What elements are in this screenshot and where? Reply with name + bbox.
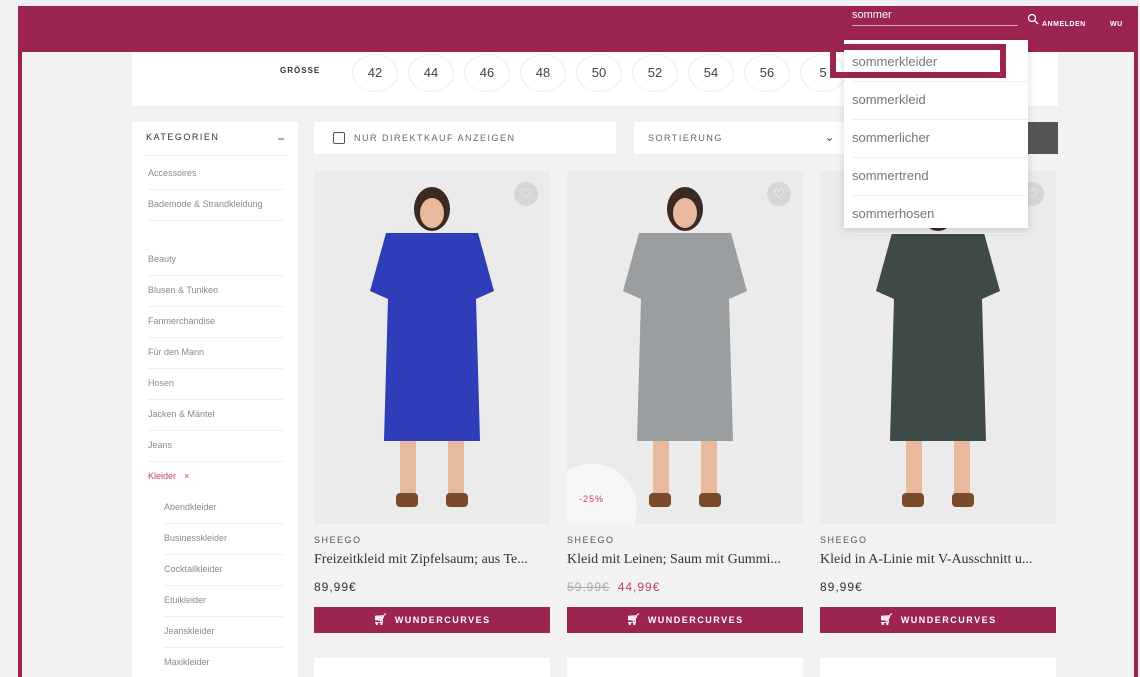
direct-buy-label: NUR DIREKTKAUF ANZEIGEN [354,133,516,143]
sidebar-item[interactable]: Fanmerchandise [148,308,283,338]
product-title[interactable]: Freizeitkleid mit Zipfelsaum; aus Te... [314,552,550,568]
sidebar-item[interactable]: Beauty [148,246,283,276]
sidebar-item-label: Bademode & Strandkleidung [148,199,263,209]
cart-icon: 🛒︎ [626,614,642,626]
page-frame: sommer ANMELDEN WU GRÖSSE 42 44 46 48 50 52 54… [18,6,1138,677]
size-option[interactable]: 42 [352,54,398,92]
product-card[interactable]: ♡ SHEEGO Kleid in A-Linie mit V-Ausschnitt… [820,171,1056,636]
add-to-cart-button[interactable]: 🛒︎ WUNDERCURVES [314,607,550,633]
view-toggle-button[interactable] [1026,122,1058,154]
cart-icon: 🛒︎ [373,614,389,626]
sidebar-item[interactable]: Bademode & Strandkleidung [148,191,283,221]
heart-icon[interactable]: ♡ [767,182,791,206]
collapse-icon[interactable]: − [277,132,286,146]
next-product-preview[interactable] [820,658,1056,677]
sidebar-item-label: Maxikleider [164,657,210,667]
sidebar-item[interactable]: Cocktailkleider [164,556,283,586]
size-option[interactable]: 50 [576,54,622,92]
login-link[interactable]: ANMELDEN [1042,21,1086,28]
old-price: 59,99€ [567,580,610,594]
sidebar-item[interactable]: Hosen [148,370,283,400]
product-title[interactable]: Kleid in A-Linie mit V-Ausschnitt u... [820,552,1056,568]
search-suggestion[interactable]: sommertrend [852,158,1028,196]
sidebar-item-label: Kleider [148,471,177,481]
product-price: 59,99€ 44,99€ [567,580,660,594]
product-title[interactable]: Kleid mit Leinen; Saum mit Gummi... [567,552,803,568]
product-price: 89,99€ [820,580,863,594]
sidebar-item-label: Fanmerchandise [148,316,216,326]
search-suggestion[interactable]: sommerkleider [852,44,1028,82]
sidebar-item-label: Abendkleider [164,502,217,512]
search-icon[interactable] [1027,12,1039,25]
sidebar-item[interactable]: Blusen & Tuniken [148,277,283,307]
sidebar-item[interactable]: Etuikleider [164,587,283,617]
sidebar-item-label: Blusen & Tuniken [148,285,219,295]
add-to-cart-button[interactable]: 🛒︎ WUNDERCURVES [567,607,803,633]
category-heading-label: KATEGORIEN [146,132,220,142]
category-sidebar: KATEGORIEN − Accessoires Bademode & Stran… [132,122,298,677]
product-price: 89,99€ [314,580,357,594]
discount-badge: -25% [579,494,605,504]
search-suggestion[interactable]: sommerhosen [852,196,1028,234]
product-brand: SHEEGO [567,535,615,545]
search-suggestion[interactable]: sommerlicher [852,120,1028,158]
sort-label: SORTIERUNG [648,133,723,143]
sidebar-item-label: Hosen [148,378,175,388]
product-image[interactable]: ♡ -25% [567,171,803,524]
sidebar-item[interactable]: Businesskleider [164,525,283,555]
sidebar-item-label: Businesskleider [164,533,228,543]
sidebar-item[interactable]: Abendkleider [164,494,283,524]
add-to-cart-label: WUNDERCURVES [900,615,997,625]
sidebar-item-label: Jeans [148,440,173,450]
product-brand: SHEEGO [314,535,362,545]
product-brand: SHEEGO [820,535,868,545]
add-to-cart-label: WUNDERCURVES [647,615,744,625]
search-suggestion[interactable]: sommerkleid [852,82,1028,120]
size-option[interactable]: 52 [632,54,678,92]
sidebar-item[interactable]: Jeanskleider [164,618,283,648]
search-input[interactable]: sommer [852,10,1018,26]
sidebar-item[interactable]: Jeans [148,432,283,462]
sidebar-item-label: Etuikleider [164,595,207,605]
add-to-cart-label: WUNDERCURVES [394,615,491,625]
size-option[interactable]: 46 [464,54,510,92]
wishlist-link[interactable]: WU [1110,21,1123,28]
cart-icon: 🛒︎ [879,614,895,626]
sidebar-item[interactable]: Jacken & Mäntel [148,401,283,431]
size-option[interactable]: 54 [688,54,734,92]
sidebar-item[interactable]: Maxikleider [164,649,283,677]
next-product-preview[interactable] [314,658,550,677]
chevron-down-icon: ⌄ [824,130,836,144]
size-option[interactable]: 56 [744,54,790,92]
direct-buy-checkbox[interactable] [333,132,345,144]
product-card[interactable]: ♡ -25% SHEEGO Kleid mit Leinen; Saum mit Gu… [567,171,803,636]
category-heading[interactable]: KATEGORIEN − [146,132,286,156]
remove-filter-icon[interactable]: × [184,471,189,481]
size-option[interactable]: 5 [800,54,846,92]
sort-dropdown[interactable]: SORTIERUNG ⌄ [634,122,846,154]
direct-buy-filter[interactable]: NUR DIREKTKAUF ANZEIGEN [314,122,616,154]
sidebar-item-label: Cocktailkleider [164,564,223,574]
sale-price: 44,99€ [617,580,661,594]
add-to-cart-button[interactable]: 🛒︎ WUNDERCURVES [820,607,1056,633]
product-image[interactable]: ♡ [314,171,550,524]
sidebar-item-label: Für den Mann [148,347,205,357]
next-product-preview[interactable] [567,658,803,677]
size-option[interactable]: 48 [520,54,566,92]
sidebar-item-label: Jeanskleider [164,626,215,636]
model-figure [370,187,494,507]
search-suggestions-dropdown: sommerkleider sommerkleid sommerlicher somm… [844,40,1028,234]
sidebar-item-label: Jacken & Mäntel [148,409,215,419]
sidebar-item[interactable]: Accessoires [148,160,283,190]
sidebar-item-label: Beauty [148,254,177,264]
size-option[interactable]: 44 [408,54,454,92]
heart-icon[interactable]: ♡ [514,182,538,206]
product-card[interactable]: ♡ SHEEGO Freizeitkleid mit Zipfelsaum; aus… [314,171,550,636]
sidebar-item[interactable]: Für den Mann [148,339,283,369]
sidebar-item[interactable]: Kleider × [148,463,283,492]
sidebar-item-label: Accessoires [148,168,197,178]
size-filter-label: GRÖSSE [280,66,321,75]
